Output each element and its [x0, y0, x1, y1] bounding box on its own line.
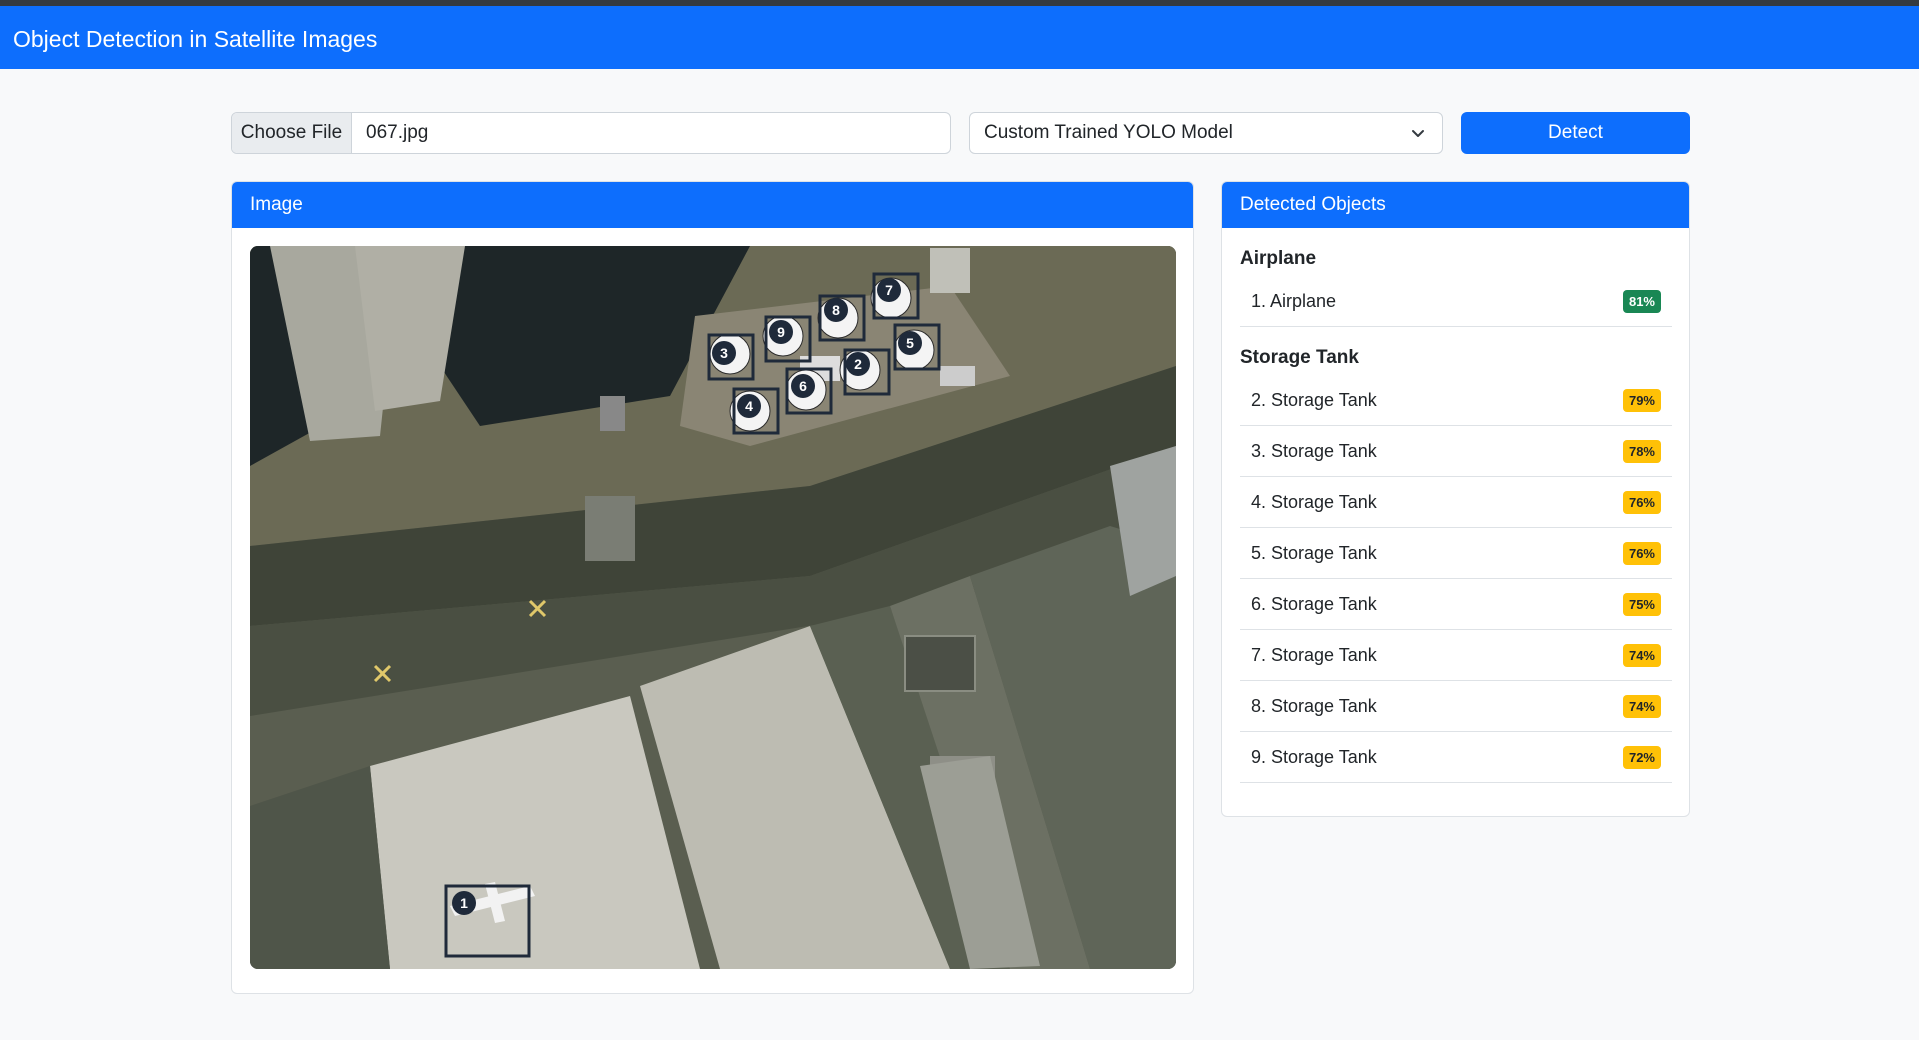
- detection-label: 7. Storage Tank: [1251, 644, 1377, 665]
- confidence-badge: 72%: [1622, 745, 1661, 769]
- satellite-image-canvas: 1 2 3 4 5 6 7 8 9: [250, 246, 1176, 969]
- box-label-1: 1: [452, 891, 476, 915]
- detection-label: 8. Storage Tank: [1251, 695, 1377, 716]
- category-title-airplane: Airplane: [1240, 248, 1317, 269]
- confidence-badge: 78%: [1622, 439, 1661, 463]
- detection-item[interactable]: 8. Storage Tank 74%: [1240, 681, 1672, 732]
- box-label-9-text: 9: [777, 324, 785, 340]
- detection-label: 1. Airplane: [1251, 290, 1337, 311]
- detection-item[interactable]: 3. Storage Tank 78%: [1240, 426, 1672, 477]
- detection-item[interactable]: 7. Storage Tank 74%: [1240, 630, 1672, 681]
- box-label-2: 2: [846, 352, 870, 376]
- detection-label: 2. Storage Tank: [1251, 389, 1377, 410]
- confidence-badge: 79%: [1622, 388, 1661, 412]
- detected-objects-list: Airplane 1. Airplane 81% Storage Tank 2.…: [1240, 228, 1672, 783]
- category-title-storage-tank: Storage Tank: [1240, 347, 1359, 368]
- detection-item[interactable]: 2. Storage Tank 79%: [1240, 375, 1672, 426]
- box-label-5: 5: [898, 331, 922, 355]
- detection-label: 3. Storage Tank: [1251, 440, 1377, 461]
- box-label-7: 7: [877, 278, 901, 302]
- choose-file-button[interactable]: Choose File: [232, 113, 352, 153]
- confidence-badge: 75%: [1622, 592, 1661, 616]
- detection-label: 5. Storage Tank: [1251, 542, 1377, 563]
- box-label-9: 9: [769, 320, 793, 344]
- box-label-8-text: 8: [832, 302, 840, 318]
- box-label-5-text: 5: [906, 335, 914, 351]
- confidence-badge: 74%: [1622, 694, 1661, 718]
- image-card: Image 1 2 3 4 5 6 7 8 9: [231, 181, 1194, 994]
- detected-objects-card: Detected Objects Airplane 1. Airplane 81…: [1221, 181, 1690, 817]
- box-label-6-text: 6: [799, 378, 807, 394]
- detection-item[interactable]: 4. Storage Tank 76%: [1240, 477, 1672, 528]
- navbar: Object Detection in Satellite Images: [0, 6, 1919, 69]
- detect-button[interactable]: Detect: [1461, 112, 1690, 154]
- satellite-image: 1 2 3 4 5 6 7 8 9: [250, 246, 1176, 969]
- file-input[interactable]: Choose File 067.jpg: [231, 112, 951, 154]
- box-label-6: 6: [791, 374, 815, 398]
- detection-label: 9. Storage Tank: [1251, 746, 1377, 767]
- box-label-2-text: 2: [854, 356, 862, 372]
- app-title[interactable]: Object Detection in Satellite Images: [13, 26, 377, 53]
- detection-item[interactable]: 5. Storage Tank 76%: [1240, 528, 1672, 579]
- detection-item[interactable]: 9. Storage Tank 72%: [1240, 732, 1672, 783]
- confidence-badge: 74%: [1622, 643, 1661, 667]
- box-label-8: 8: [824, 298, 848, 322]
- box-label-4-text: 4: [745, 398, 753, 414]
- detected-objects-header: Detected Objects: [1222, 182, 1689, 228]
- file-name: 067.jpg: [366, 122, 429, 143]
- model-select[interactable]: Custom Trained YOLO Model: [969, 112, 1443, 154]
- box-label-7-text: 7: [885, 282, 893, 298]
- box-label-1-text: 1: [460, 895, 468, 911]
- detection-item[interactable]: 1. Airplane 81%: [1240, 276, 1672, 327]
- detection-item[interactable]: 6. Storage Tank 75%: [1240, 579, 1672, 630]
- chevron-down-icon: [1412, 130, 1424, 137]
- confidence-badge: 76%: [1622, 490, 1661, 514]
- box-label-3-text: 3: [720, 345, 728, 361]
- model-select-value: Custom Trained YOLO Model: [984, 122, 1233, 143]
- detection-label: 4. Storage Tank: [1251, 491, 1377, 512]
- box-label-4: 4: [737, 394, 761, 418]
- detection-label: 6. Storage Tank: [1251, 593, 1377, 614]
- confidence-badge: 76%: [1622, 541, 1661, 565]
- box-label-3: 3: [712, 341, 736, 365]
- confidence-badge: 81%: [1622, 289, 1661, 313]
- image-card-header: Image: [232, 182, 1193, 228]
